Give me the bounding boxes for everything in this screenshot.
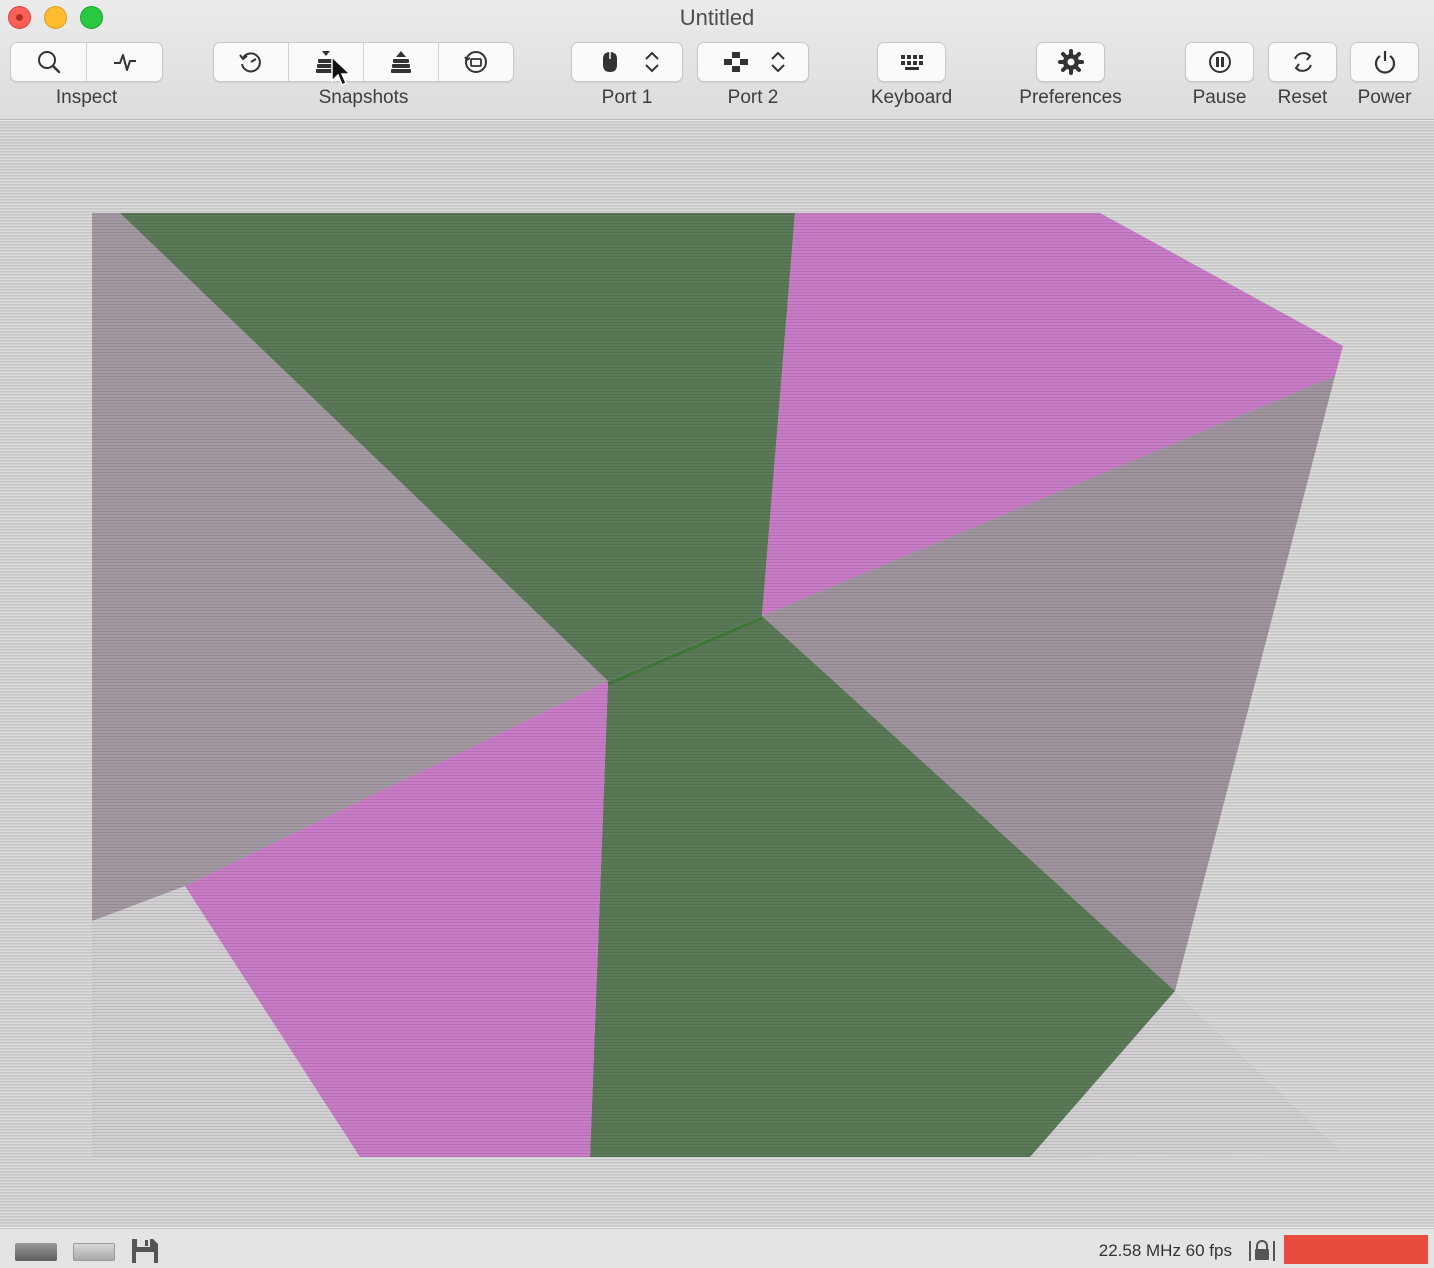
rewind-clock-icon — [239, 52, 261, 73]
title-toolbar: Untitled Inspect Snapshots Port 1 Port 2… — [0, 0, 1434, 120]
speed-readout: 22.58 MHz 60 fps — [1098, 1241, 1232, 1260]
port1-label: Port 1 — [601, 87, 653, 108]
lock-icon[interactable] — [1249, 1240, 1275, 1262]
snapshots-label: Snapshots — [318, 87, 409, 108]
port1-content — [572, 43, 682, 81]
preferences-content — [1037, 43, 1104, 81]
take-snapshot-button[interactable] — [289, 43, 364, 81]
drive-2-icon[interactable] — [73, 1243, 115, 1261]
reset-arrows-icon — [1293, 52, 1312, 72]
stack-restore-icon — [391, 51, 411, 73]
snapshot-browser-icon — [464, 51, 487, 73]
pause-button[interactable] — [1185, 42, 1254, 82]
reset-button[interactable] — [1268, 42, 1337, 82]
keyboard-icon — [900, 55, 923, 70]
chevron-updown-icon — [645, 51, 659, 73]
port2-label: Port 2 — [727, 87, 779, 108]
emulator-display[interactable] — [0, 121, 1434, 1227]
emulator-window: Untitled Inspect Snapshots Port 1 Port 2… — [0, 0, 1434, 1268]
auto-snapshot-button[interactable] — [214, 43, 289, 81]
pause-label: Pause — [1192, 87, 1247, 108]
snapshots-group — [213, 42, 514, 82]
chevron-updown-icon — [771, 51, 785, 73]
keyboard-label: Keyboard — [870, 87, 953, 108]
gear-icon — [1057, 49, 1084, 75]
window-title: Untitled — [679, 5, 755, 30]
port2-selector[interactable] — [697, 42, 809, 82]
preferences-button[interactable] — [1036, 42, 1105, 82]
restore-snapshot-button[interactable] — [364, 43, 439, 81]
inspect-group — [10, 42, 163, 82]
magnifier-icon — [37, 51, 60, 74]
waveform-icon — [113, 54, 136, 71]
keyboard-content — [878, 43, 945, 81]
browse-snapshots-button[interactable] — [439, 43, 513, 81]
pause-icon — [1208, 51, 1231, 73]
pause-content — [1186, 43, 1253, 81]
power-label: Power — [1357, 87, 1412, 108]
port2-content — [698, 43, 808, 81]
port1-selector[interactable] — [571, 42, 683, 82]
activity-indicator — [1284, 1235, 1428, 1264]
reset-content — [1269, 43, 1336, 81]
mouse-pointer-icon — [331, 55, 352, 87]
power-button[interactable] — [1350, 42, 1419, 82]
reset-label: Reset — [1277, 87, 1328, 108]
drive-1-icon[interactable] — [15, 1243, 57, 1261]
inspector-button[interactable] — [11, 43, 87, 81]
rendered-cube-graphic — [0, 121, 1434, 1227]
monitor-button[interactable] — [87, 43, 162, 81]
preferences-label: Preferences — [1019, 87, 1122, 108]
mouse-device-icon — [603, 52, 617, 72]
keyboard-button[interactable] — [877, 42, 946, 82]
inspect-label: Inspect — [55, 87, 118, 108]
floppy-disk-icon[interactable] — [130, 1237, 160, 1265]
power-icon — [1374, 51, 1395, 74]
joystick-dpad-icon — [724, 52, 748, 72]
power-content — [1351, 43, 1418, 81]
